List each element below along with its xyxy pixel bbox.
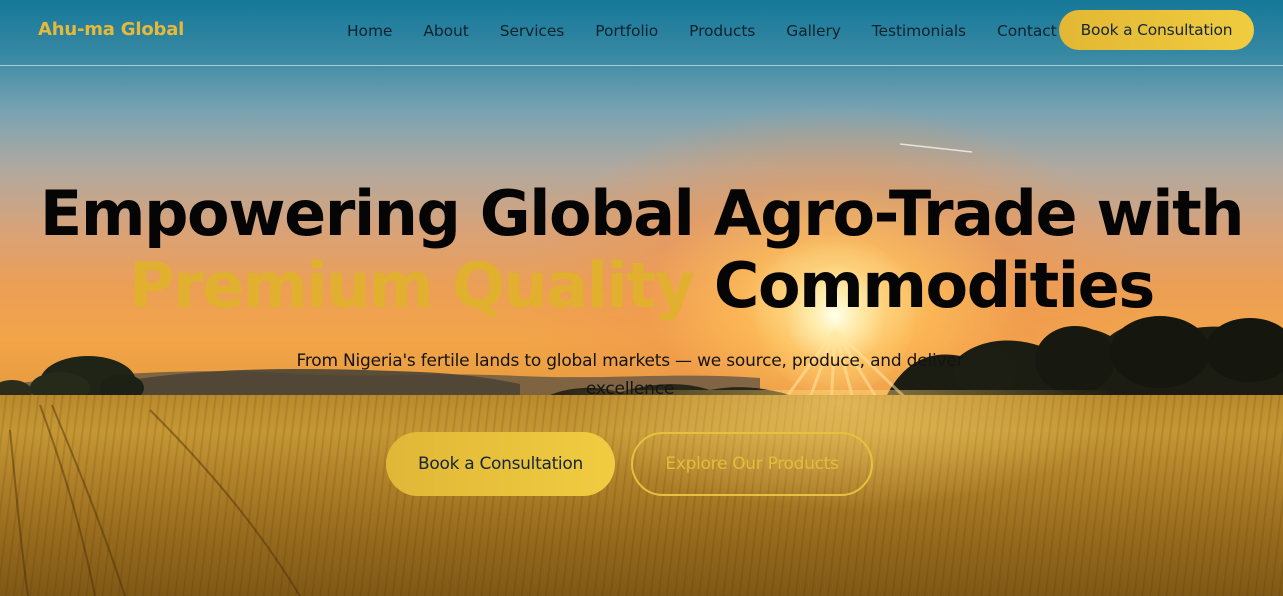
hero-heading: Empowering Global Agro-Trade with Premiu… bbox=[0, 178, 1283, 322]
nav-item-home[interactable]: Home bbox=[337, 20, 402, 42]
nav-item-portfolio[interactable]: Portfolio bbox=[585, 20, 668, 42]
nav-item-gallery[interactable]: Gallery bbox=[776, 20, 851, 42]
nav-item-contact[interactable]: Contact bbox=[987, 20, 1067, 42]
landing-page: Ahu-ma Global Home About Services Portfo… bbox=[0, 0, 1283, 596]
top-navbar: Ahu-ma Global Home About Services Portfo… bbox=[0, 0, 1283, 66]
hero-heading-line1: Empowering Global Agro-Trade with bbox=[39, 177, 1245, 250]
nav-links: Home About Services Portfolio Products G… bbox=[337, 20, 1067, 42]
hero-heading-accent: Premium Quality bbox=[129, 249, 695, 322]
hero-subtitle: From Nigeria's fertile lands to global m… bbox=[296, 351, 964, 399]
nav-item-about[interactable]: About bbox=[413, 20, 478, 42]
nav-item-testimonials[interactable]: Testimonials bbox=[862, 20, 976, 42]
nav-book-consultation-button[interactable]: Book a Consultation bbox=[1059, 10, 1254, 50]
nav-item-services[interactable]: Services bbox=[490, 20, 575, 42]
book-consultation-button[interactable]: Book a Consultation bbox=[386, 432, 615, 496]
hero-heading-line2-end: Commodities bbox=[713, 249, 1155, 322]
nav-item-products[interactable]: Products bbox=[679, 20, 765, 42]
explore-products-button[interactable]: Explore Our Products bbox=[631, 432, 873, 496]
brand-logo[interactable]: Ahu-ma Global bbox=[38, 19, 184, 40]
